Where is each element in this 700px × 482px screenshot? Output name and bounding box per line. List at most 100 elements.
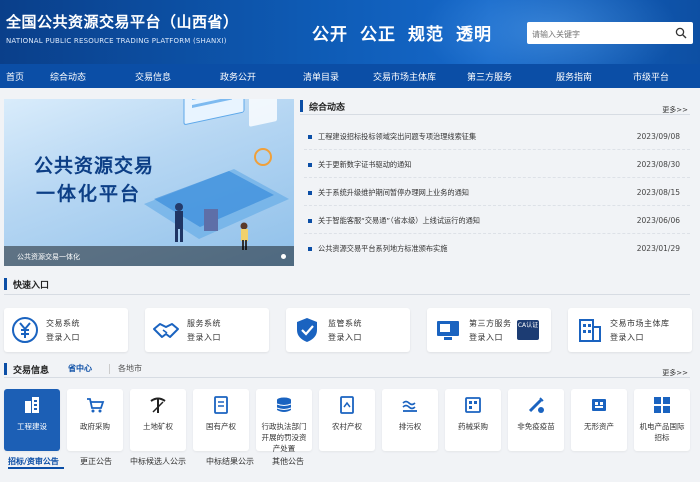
news-item-title[interactable]: 工程建设招标投标领域突出问题专项治理线索征集 [318, 132, 476, 142]
category-land-mining[interactable]: 土地矿权 [130, 389, 186, 451]
emission-icon [402, 400, 417, 412]
quick-card-login[interactable]: 登录入口 [469, 332, 503, 343]
category-intangible-assets[interactable]: 无形资产 [571, 389, 627, 451]
nav-guide[interactable]: 服务指南 [556, 70, 592, 83]
medicine-icon [465, 397, 481, 413]
category-medicine-procurement[interactable]: 药械采购 [445, 389, 501, 451]
carousel-indicator[interactable] [281, 254, 286, 259]
site-subtitle: NATIONAL PUBLIC RESOURCE TRADING PLATFOR… [6, 37, 227, 45]
site-title[interactable]: 全国公共资源交易平台（山西省） [6, 11, 239, 32]
quick-card-login[interactable]: 登录入口 [610, 332, 644, 343]
divider [304, 149, 690, 150]
news-header: 综合动态 更多>> [300, 99, 690, 115]
news-item[interactable]: 关于智能客服“交易通”（省本级）上线试运行的通知 2023/06/06 [304, 215, 688, 229]
nav-third-party[interactable]: 第三方服务 [467, 70, 512, 83]
trade-info-header: 交易信息 省中心 各地市 更多>> [4, 362, 690, 378]
main-nav: 首页 综合动态 交易信息 政务公开 清单目录 交易市场主体库 第三方服务 服务指… [0, 64, 700, 88]
news-more-link[interactable]: 更多>> [662, 105, 688, 115]
category-label: 药械采购 [458, 422, 488, 431]
nav-trade-info[interactable]: 交易信息 [135, 70, 171, 83]
quick-card-third-party[interactable]: 第三方服务 登录入口 CA认证 [427, 308, 551, 352]
ca-certification-badge[interactable]: CA认证 [517, 320, 539, 340]
quick-card-supervision-system[interactable]: 监管系统 登录入口 [286, 308, 410, 352]
quick-entry-header: 快速入口 [4, 277, 690, 295]
category-label: 政府采购 [80, 422, 110, 431]
news-item[interactable]: 关于更新数字证书驱动的通知 2023/08/30 [304, 159, 688, 173]
tab-candidate[interactable]: 中标候选人公示 [130, 456, 186, 467]
category-electromechanical[interactable]: 机电产品国际招标 [634, 389, 690, 451]
category-label: 土地矿权 [143, 422, 173, 431]
tab-cities[interactable]: 各地市 [118, 363, 142, 374]
nav-city-platform[interactable]: 市级平台 [633, 70, 669, 83]
banner-title-line2: 一体化平台 [36, 183, 142, 205]
news-item-title[interactable]: 关于智能客服“交易通”（省本级）上线试运行的通知 [318, 216, 480, 226]
asset-icon [592, 399, 606, 411]
tab-bidding-announcement[interactable]: 招标/资审公告 [8, 456, 59, 467]
category-rural-property[interactable]: 农村产权 [319, 389, 375, 451]
category-confiscated-assets[interactable]: 行政执法部门开展的罚没资产处置 [256, 389, 312, 453]
slogan-2: 公正 [360, 25, 396, 45]
category-state-property[interactable]: 国有产权 [193, 389, 249, 451]
handshake-icon [153, 323, 179, 338]
quick-card-market-subjects[interactable]: 交易市场主体库 登录入口 [568, 308, 692, 352]
tab-result[interactable]: 中标结果公示 [206, 456, 254, 467]
document-icon [214, 396, 228, 414]
tab-other[interactable]: 其他公告 [272, 456, 304, 467]
bullet-icon [308, 191, 312, 195]
bullet-icon [308, 163, 312, 167]
quick-card-title: 第三方服务 [469, 319, 512, 328]
category-vaccine[interactable]: 非免疫疫苗 [508, 389, 564, 451]
quick-card-trade-system[interactable]: 交易系统 登录入口 [4, 308, 128, 352]
nav-market-subjects[interactable]: 交易市场主体库 [373, 70, 436, 83]
grid-icon [654, 397, 670, 413]
news-item-date: 2023/08/30 [636, 160, 680, 169]
search-input[interactable] [527, 23, 667, 46]
news-title: 综合动态 [309, 103, 346, 113]
news-item-title[interactable]: 关于系统升级维护期间暂停办理网上业务的通知 [318, 188, 469, 198]
shield-check-icon [297, 318, 317, 342]
news-item-title[interactable]: 关于更新数字证书驱动的通知 [318, 160, 411, 170]
news-item-date: 2023/06/06 [636, 216, 680, 225]
tab-province-center[interactable]: 省中心 [68, 363, 92, 374]
banner-caption[interactable]: 公共资源交易一体化 [17, 252, 80, 262]
quick-card-service-system[interactable]: 服务系统 登录入口 [145, 308, 269, 352]
vaccine-icon [528, 397, 544, 413]
quick-card-title: 监管系统 [328, 319, 362, 328]
search-icon[interactable] [675, 27, 687, 39]
nav-news[interactable]: 综合动态 [50, 70, 86, 83]
quick-card-login[interactable]: 登录入口 [46, 332, 80, 343]
banner-title-line1: 公共资源交易 [34, 155, 155, 177]
news-item-title[interactable]: 公共资源交易平台系列地方标准颁布实施 [318, 244, 447, 254]
nav-gov-affairs[interactable]: 政务公开 [220, 70, 256, 83]
news-item[interactable]: 公共资源交易平台系列地方标准颁布实施 2023/01/29 [304, 243, 688, 257]
nav-catalog[interactable]: 清单目录 [303, 70, 339, 83]
section-marker [4, 278, 7, 290]
quick-card-login[interactable]: 登录入口 [328, 332, 362, 343]
coins-icon [276, 397, 292, 412]
news-item[interactable]: 关于系统升级维护期间暂停办理网上业务的通知 2023/08/15 [304, 187, 688, 201]
category-construction[interactable]: 工程建设 [4, 389, 60, 451]
category-gov-procurement[interactable]: 政府采购 [67, 389, 123, 451]
section-marker [300, 100, 303, 112]
news-item[interactable]: 工程建设招标投标领域突出问题专项治理线索征集 2023/09/08 [304, 131, 688, 145]
category-label: 无形资产 [584, 422, 614, 431]
quick-entry-cards: 交易系统 登录入口 服务系统 登录入口 监管系统 登录入口 第三方服务 登录入口… [4, 308, 696, 352]
category-emission-rights[interactable]: 排污权 [382, 389, 438, 451]
category-label: 农村产权 [332, 422, 362, 431]
category-label: 行政执法部门开展的罚没资产处置 [261, 422, 307, 453]
banner-carousel[interactable]: 公共资源交易 一体化平台 公共资源交易一体化 [4, 99, 294, 266]
news-item-date: 2023/01/29 [636, 244, 680, 253]
news-panel: 综合动态 更多>> 工程建设招标投标领域突出问题专项治理线索征集 2023/09… [300, 99, 690, 266]
news-item-date: 2023/09/08 [636, 132, 680, 141]
quick-card-login[interactable]: 登录入口 [187, 332, 221, 343]
pickaxe-icon [150, 397, 166, 413]
divider [304, 233, 690, 234]
quick-entry-title: 快速入口 [13, 281, 50, 291]
building-icon [25, 397, 39, 413]
tab-correction[interactable]: 更正公告 [80, 456, 112, 467]
nav-home[interactable]: 首页 [6, 70, 24, 83]
quick-card-title: 交易系统 [46, 319, 80, 328]
trade-more-link[interactable]: 更多>> [662, 368, 688, 378]
site-header: 全国公共资源交易平台（山西省） NATIONAL PUBLIC RESOURCE… [0, 0, 700, 64]
category-label: 非免疫疫苗 [517, 422, 555, 431]
